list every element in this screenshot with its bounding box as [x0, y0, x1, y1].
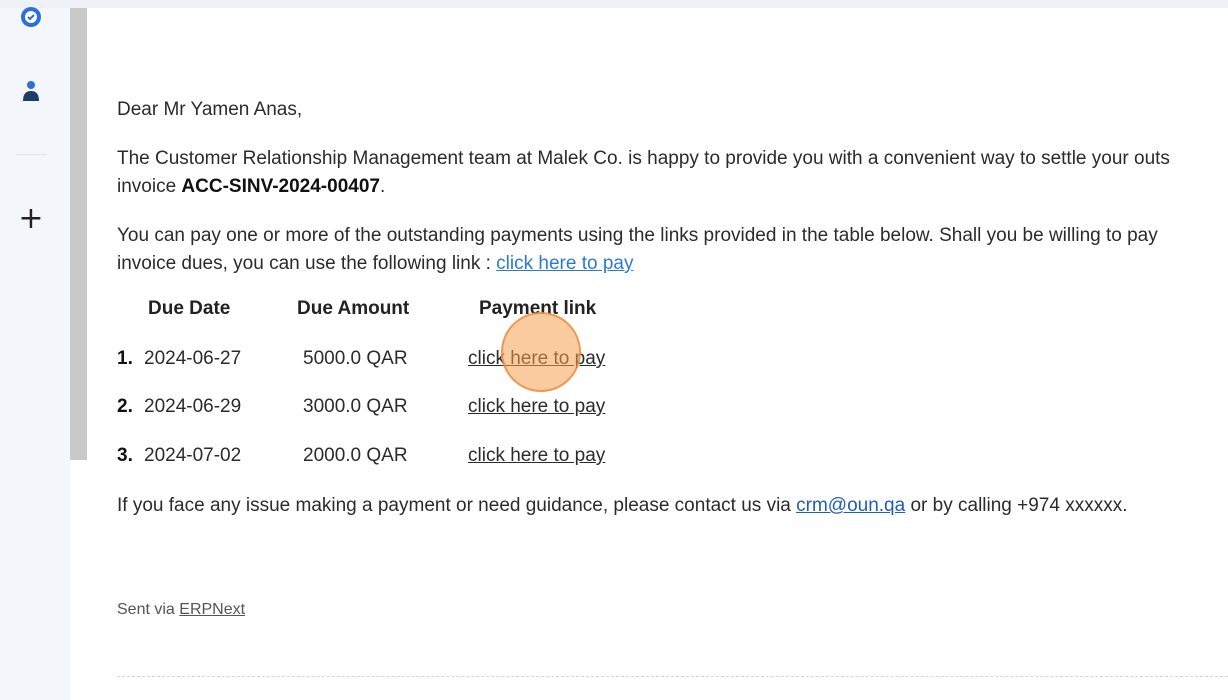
- pay-all-link[interactable]: click here to pay: [496, 253, 633, 274]
- contact-suffix: or by calling +974 xxxxxx.: [905, 495, 1128, 516]
- sent-via-prefix: Sent via: [117, 601, 180, 618]
- user-icon[interactable]: [20, 80, 42, 102]
- plus-icon[interactable]: +: [18, 204, 44, 234]
- email-body: Dear Mr Yamen Anas, The Customer Relatio…: [117, 0, 1228, 700]
- due-date: 2024-07-02: [144, 445, 242, 466]
- row-number: 2.: [117, 396, 133, 417]
- sent-via: Sent via ERPNext: [117, 601, 245, 619]
- sidebar: +: [0, 6, 70, 700]
- header-due-amount: Due Amount: [297, 298, 410, 319]
- greeting: Dear Mr Yamen Anas,: [117, 99, 303, 120]
- instructions-line-2: invoice dues, you can use the following …: [117, 250, 633, 278]
- intro-prefix: invoice: [117, 176, 182, 197]
- footer-divider: [117, 676, 1228, 677]
- intro-line-1: The Customer Relationship Management tea…: [117, 148, 1170, 169]
- due-date: 2024-06-27: [144, 348, 242, 369]
- sidebar-divider: [16, 154, 46, 155]
- instructions-line-1: You can pay one or more of the outstandi…: [117, 225, 1158, 246]
- row-number: 3.: [117, 445, 133, 466]
- due-amount: 2000.0 QAR: [303, 445, 408, 466]
- invoice-id: ACC-SINV-2024-00407: [181, 176, 380, 197]
- instructions-prefix: invoice dues, you can use the following …: [117, 253, 497, 274]
- intro-suffix: .: [379, 176, 386, 197]
- check-badge-icon[interactable]: [20, 6, 42, 28]
- header-due-date: Due Date: [148, 298, 231, 319]
- contact-prefix: If you face any issue making a payment o…: [117, 495, 797, 516]
- contact-email-link[interactable]: crm@oun.qa: [796, 495, 905, 516]
- erpnext-link[interactable]: ERPNext: [179, 601, 245, 618]
- scrollbar[interactable]: [70, 8, 87, 460]
- contact-line: If you face any issue making a payment o…: [117, 492, 1128, 520]
- due-amount: 3000.0 QAR: [303, 396, 408, 417]
- intro-line-2: invoice ACC-SINV-2024-00407.: [117, 173, 385, 201]
- due-amount: 5000.0 QAR: [303, 348, 408, 369]
- payment-link-1[interactable]: click here to pay: [468, 348, 605, 370]
- header-payment-link: Payment link: [479, 298, 597, 319]
- row-number: 1.: [117, 348, 133, 369]
- payment-link-2[interactable]: click here to pay: [468, 396, 605, 418]
- due-date: 2024-06-29: [144, 396, 242, 417]
- payment-link-3[interactable]: click here to pay: [468, 445, 605, 467]
